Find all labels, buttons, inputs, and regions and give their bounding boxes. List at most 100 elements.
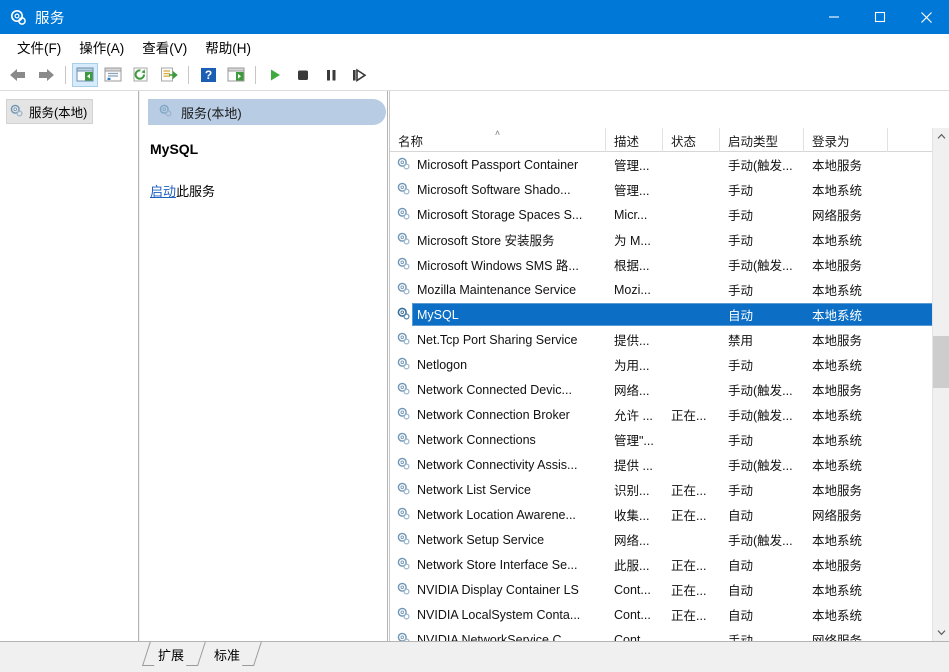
- column-description[interactable]: 描述: [606, 128, 663, 152]
- cell-service-name: Microsoft Software Shado...: [390, 177, 606, 202]
- help-icon[interactable]: ?: [195, 63, 221, 87]
- table-row[interactable]: Network Connected Devic... 网络... 手动(触发... 本…: [390, 377, 933, 402]
- table-row[interactable]: Network Setup Service 网络... 手动(触发... 本地系统: [390, 527, 933, 552]
- cell-status: [663, 202, 720, 227]
- table-row[interactable]: Mozilla Maintenance Service Mozi... 手动 本地系统: [390, 277, 933, 302]
- table-row[interactable]: Microsoft Store 安装服务 为 M... 手动 本地系统: [390, 227, 933, 252]
- table-row[interactable]: Microsoft Passport Container 管理... 手动(触发..…: [390, 152, 933, 177]
- table-row[interactable]: Network Store Interface Se... 此服... 正在... 自…: [390, 552, 933, 577]
- cell-status: [663, 327, 720, 352]
- cell-description: 允许 ...: [614, 409, 653, 423]
- cell-status: 正在...: [671, 484, 707, 498]
- cell-startup-type: 手动: [728, 234, 754, 248]
- tab-standard[interactable]: 标准: [198, 642, 262, 666]
- cell-status: [663, 177, 720, 202]
- tab-standard-label: 标准: [214, 647, 241, 663]
- table-row[interactable]: Microsoft Windows SMS 路... 根据... 手动(触发... 本…: [390, 252, 933, 277]
- column-spacer[interactable]: [888, 128, 933, 152]
- cell-service-name: Mozilla Maintenance Service: [390, 277, 606, 302]
- stop-service-icon[interactable]: [290, 63, 316, 87]
- cell-service-name: Network Setup Service: [390, 527, 606, 552]
- cell-startup-type: 自动: [728, 309, 754, 323]
- cell-startup-type: 自动: [728, 509, 754, 523]
- menu-view[interactable]: 查看(V): [133, 34, 196, 60]
- results-pane: 服务(本地) MySQL 启动此服务 ˄ 名称 描述 状态 启动类型 登录为 M…: [140, 91, 949, 641]
- service-gear-icon: [396, 556, 411, 574]
- table-row[interactable]: Net.Tcp Port Sharing Service 提供... 禁用 本地服务: [390, 327, 933, 352]
- scroll-down-button[interactable]: [933, 624, 949, 641]
- cell-log-on-as: 本地系统: [812, 359, 863, 373]
- table-row[interactable]: Netlogon 为用... 手动 本地系统: [390, 352, 933, 377]
- start-service-link[interactable]: 启动: [150, 184, 176, 199]
- service-gear-icon: [396, 156, 411, 174]
- properties-icon[interactable]: [100, 63, 126, 87]
- cell-startup-type: 手动(触发...: [728, 259, 793, 273]
- refresh-icon[interactable]: [128, 63, 154, 87]
- menu-bar: 文件(F) 操作(A) 查看(V) 帮助(H): [0, 34, 949, 60]
- vertical-scrollbar[interactable]: [932, 128, 949, 641]
- table-row[interactable]: Network List Service 识别... 正在... 手动 本地服务: [390, 477, 933, 502]
- column-name[interactable]: ˄ 名称: [390, 128, 606, 152]
- table-row[interactable]: Microsoft Storage Spaces S... Micr... 手动 网络…: [390, 202, 933, 227]
- column-startup-type[interactable]: 启动类型: [720, 128, 804, 152]
- tab-extended[interactable]: 扩展: [142, 642, 206, 666]
- sidebar-item-services-local[interactable]: 服务(本地): [6, 99, 94, 124]
- cell-startup-type: 手动(触发...: [728, 534, 793, 548]
- toolbar-separator-3: [255, 66, 256, 84]
- console-tree-pane: 服务(本地): [0, 91, 139, 641]
- scrollbar-thumb[interactable]: [933, 336, 949, 388]
- table-row[interactable]: Microsoft Software Shado... 管理... 手动 本地系统: [390, 177, 933, 202]
- cell-description: 管理...: [614, 184, 650, 198]
- table-row[interactable]: Network Connectivity Assis... 提供 ... 手动(触发…: [390, 452, 933, 477]
- table-row[interactable]: MySQL 自动 本地系统: [390, 302, 933, 327]
- export-list-icon[interactable]: [156, 63, 182, 87]
- services-list-view: ˄ 名称 描述 状态 启动类型 登录为 Microsoft Passport C…: [389, 91, 949, 641]
- forward-icon[interactable]: [33, 63, 59, 87]
- show-action-pane-icon[interactable]: [223, 63, 249, 87]
- column-log-on-as[interactable]: 登录为: [804, 128, 888, 152]
- service-name-label: Net.Tcp Port Sharing Service: [417, 332, 578, 347]
- table-row[interactable]: NVIDIA Display Container LS Cont... 正在... 自…: [390, 577, 933, 602]
- service-name-label: NVIDIA NetworkService C...: [417, 632, 572, 642]
- service-gear-icon: [396, 606, 411, 624]
- toolbar-separator: [65, 66, 66, 84]
- service-name-label: NVIDIA Display Container LS: [417, 582, 579, 597]
- maximize-button[interactable]: [857, 0, 903, 34]
- cell-status: 正在...: [671, 509, 707, 523]
- cell-status: [663, 427, 720, 452]
- cell-startup-type: 自动: [728, 559, 754, 573]
- minimize-button[interactable]: [811, 0, 857, 34]
- service-name-label: Microsoft Passport Container: [417, 157, 579, 172]
- service-name-label: Network Store Interface Se...: [417, 557, 578, 572]
- column-status[interactable]: 状态: [663, 128, 720, 152]
- service-gear-icon: [396, 356, 411, 374]
- tab-extended-label: 扩展: [158, 647, 185, 663]
- start-service-icon[interactable]: [262, 63, 288, 87]
- services-gear-icon: [9, 8, 27, 26]
- service-gear-icon: [396, 581, 411, 599]
- cell-log-on-as: 本地服务: [812, 484, 863, 498]
- cell-description: 此服...: [614, 559, 650, 573]
- service-gear-icon: [396, 431, 411, 449]
- table-row[interactable]: Network Connection Broker 允许 ... 正在... 手动(触…: [390, 402, 933, 427]
- scroll-up-button[interactable]: [933, 128, 949, 145]
- table-row[interactable]: NVIDIA LocalSystem Conta... Cont... 正在... 自…: [390, 602, 933, 627]
- cell-log-on-as: 本地服务: [812, 159, 863, 173]
- cell-status: [663, 227, 720, 252]
- table-row[interactable]: Network Connections 管理"... 手动 本地系统: [390, 427, 933, 452]
- cell-description: Micr...: [614, 207, 648, 222]
- table-row[interactable]: NVIDIA NetworkService C... Cont... 手动 网络服务: [390, 627, 933, 641]
- restart-service-icon[interactable]: [346, 63, 372, 87]
- menu-action[interactable]: 操作(A): [70, 34, 133, 60]
- selected-service-name: MySQL: [150, 141, 199, 157]
- pause-service-icon[interactable]: [318, 63, 344, 87]
- menu-help[interactable]: 帮助(H): [196, 34, 260, 60]
- show-hide-tree-icon[interactable]: [72, 63, 98, 87]
- table-row[interactable]: Network Location Awarene... 收集... 正在... 自动 网…: [390, 502, 933, 527]
- menu-file[interactable]: 文件(F): [8, 34, 70, 60]
- back-icon[interactable]: [5, 63, 31, 87]
- cell-description: Cont...: [614, 632, 651, 642]
- service-gear-icon: [396, 281, 411, 299]
- close-button[interactable]: [903, 0, 949, 34]
- cell-log-on-as: 本地系统: [812, 609, 863, 623]
